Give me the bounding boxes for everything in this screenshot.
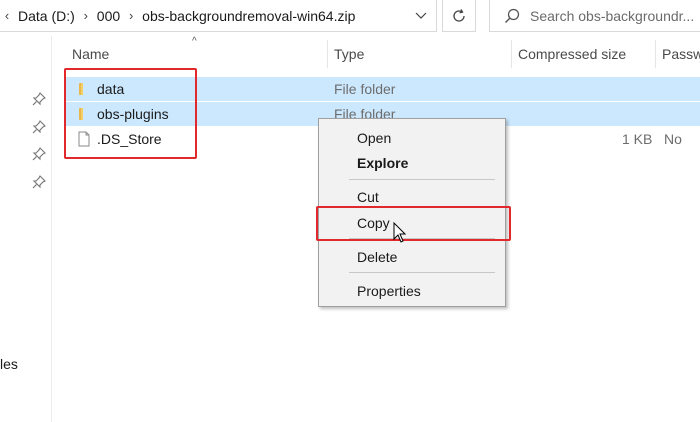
column-divider[interactable] xyxy=(511,40,512,68)
pin-icon[interactable] xyxy=(32,120,46,134)
nav-item-partial-label[interactable]: les xyxy=(0,356,18,372)
menu-separator xyxy=(349,272,495,273)
breadcrumb-item-drive[interactable]: Data (D:) xyxy=(14,8,79,24)
pin-icon[interactable] xyxy=(32,175,46,189)
file-password: No xyxy=(664,131,682,147)
column-header-compressed-size[interactable]: Compressed size xyxy=(518,38,654,70)
column-header-name-label: Name xyxy=(72,46,110,62)
address-toolbar: ‹ Data (D:) › 000 › obs-backgroundremova… xyxy=(0,0,700,36)
file-compressed-size: 1 KB xyxy=(622,131,653,147)
menu-item-delete[interactable]: Delete xyxy=(357,249,397,265)
highlight-box-selection xyxy=(64,68,197,159)
search-input[interactable]: Search obs-backgroundr... xyxy=(530,8,694,24)
breadcrumb-item-zip[interactable]: obs-backgroundremoval-win64.zip xyxy=(138,8,359,24)
search-icon xyxy=(504,8,520,23)
breadcrumb-item-folder[interactable]: 000 xyxy=(93,8,124,24)
column-header-name[interactable]: Name xyxy=(72,38,326,70)
column-header-password[interactable]: Passw xyxy=(662,38,700,70)
column-divider[interactable] xyxy=(327,40,328,68)
highlight-box-copy xyxy=(316,206,511,241)
menu-item-properties[interactable]: Properties xyxy=(357,283,421,299)
chevron-right-icon: › xyxy=(128,8,134,23)
menu-item-explore[interactable]: Explore xyxy=(357,155,408,171)
breadcrumb[interactable]: ‹ Data (D:) › 000 › obs-backgroundremova… xyxy=(0,0,437,32)
chevron-down-icon[interactable] xyxy=(406,0,436,31)
column-header-type-label: Type xyxy=(334,46,365,62)
chevron-right-icon: › xyxy=(83,8,88,23)
chevron-left-icon[interactable]: ‹ xyxy=(0,8,14,23)
refresh-button[interactable] xyxy=(442,0,476,32)
menu-item-open[interactable]: Open xyxy=(357,130,391,146)
file-type: File folder xyxy=(334,81,396,97)
navigation-pane: les xyxy=(0,36,52,422)
pin-icon[interactable] xyxy=(32,147,46,161)
menu-separator xyxy=(349,179,495,180)
pin-icon[interactable] xyxy=(32,92,46,106)
menu-item-cut[interactable]: Cut xyxy=(357,189,379,205)
search-box[interactable]: Search obs-backgroundr... xyxy=(489,0,700,32)
column-header-compressed-size-label: Compressed size xyxy=(518,46,627,62)
column-header-password-label: Passw xyxy=(662,46,700,62)
mouse-pointer-icon xyxy=(393,222,407,243)
column-divider[interactable] xyxy=(655,40,656,68)
refresh-icon xyxy=(453,8,465,22)
column-header-type[interactable]: Type xyxy=(334,38,510,70)
